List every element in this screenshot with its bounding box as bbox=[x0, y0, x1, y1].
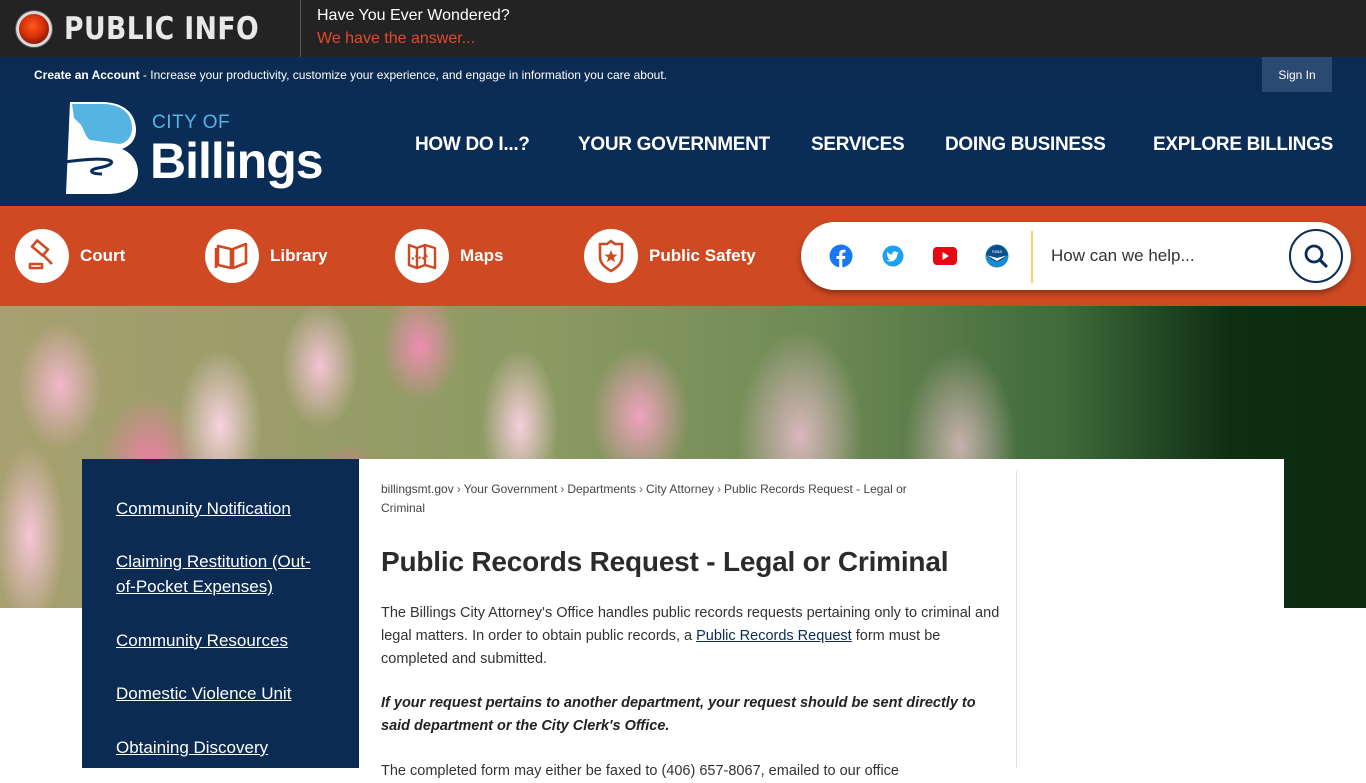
badge-icon bbox=[584, 229, 638, 283]
quick-link-label: Public Safety bbox=[649, 246, 756, 265]
nav-your-government[interactable]: YOUR GOVERNMENT bbox=[578, 134, 770, 156]
youtube-icon[interactable] bbox=[933, 244, 957, 268]
city-logo[interactable]: CITY OF Billings bbox=[62, 100, 324, 196]
public-info-title: PUBLIC INFO bbox=[64, 11, 260, 47]
gavel-icon bbox=[15, 229, 69, 283]
department-notice: If your request pertains to another depa… bbox=[381, 695, 976, 734]
site-header: CITY OF Billings HOW DO I...? YOUR GOVER… bbox=[0, 93, 1366, 206]
nav-how-do-i[interactable]: HOW DO I...? bbox=[415, 134, 530, 156]
submission-paragraph: The completed form may either be faxed t… bbox=[381, 763, 899, 779]
sidebar-item-community-notification[interactable]: Community Notification bbox=[116, 496, 326, 521]
search-bar: noaa bbox=[801, 222, 1351, 290]
quick-link-library[interactable]: Library bbox=[205, 229, 328, 283]
breadcrumb-your-government[interactable]: Your Government bbox=[464, 482, 558, 496]
breadcrumb-city-attorney[interactable]: City Attorney bbox=[646, 482, 714, 496]
quick-link-public-safety[interactable]: Public Safety bbox=[584, 229, 756, 283]
breadcrumb: billingsmt.gov › Your Government › Departmen… bbox=[381, 480, 941, 518]
sign-in-button[interactable]: Sign In bbox=[1262, 57, 1332, 92]
sidebar-item-domestic-violence-unit[interactable]: Domestic Violence Unit bbox=[116, 681, 326, 706]
nav-doing-business[interactable]: DOING BUSINESS bbox=[945, 134, 1106, 156]
page-title: Public Records Request - Legal or Crimin… bbox=[381, 546, 949, 577]
account-message: Create an Account - Increase your produc… bbox=[34, 68, 667, 82]
quick-link-label: Court bbox=[80, 246, 126, 265]
breadcrumb-separator: › bbox=[456, 482, 461, 496]
divider bbox=[300, 0, 301, 57]
search-icon bbox=[1304, 244, 1328, 268]
sidebar-item-community-resources[interactable]: Community Resources bbox=[116, 628, 326, 653]
brand-city-of: CITY OF bbox=[152, 112, 231, 133]
quick-links-bar: Court Library Maps Public Safety noaa Ho… bbox=[0, 206, 1366, 306]
quick-link-court[interactable]: Court bbox=[15, 229, 125, 283]
brand-name: Billings bbox=[150, 133, 324, 189]
breadcrumb-separator: › bbox=[639, 482, 644, 496]
search-button[interactable] bbox=[1289, 229, 1343, 283]
quick-link-label: Maps bbox=[460, 246, 504, 265]
record-dot-icon bbox=[16, 11, 52, 47]
nav-explore-billings[interactable]: EXPLORE BILLINGS bbox=[1153, 134, 1333, 156]
intro-paragraph: The Billings City Attorney's Office hand… bbox=[381, 602, 1001, 671]
breadcrumb-departments[interactable]: Departments bbox=[567, 482, 636, 496]
sidebar-item-claiming-restitution[interactable]: Claiming Restitution (Out-of-Pocket Expe… bbox=[116, 549, 326, 599]
public-info-bar: PUBLIC INFO Have You Ever Wondered? We h… bbox=[0, 0, 1366, 57]
create-account-link[interactable]: Create an Account bbox=[34, 68, 140, 82]
quick-link-maps[interactable]: Maps bbox=[395, 229, 503, 283]
account-promo-text: - Increase your productivity, customize … bbox=[139, 68, 667, 82]
wondered-heading[interactable]: Have You Ever Wondered? bbox=[317, 7, 510, 25]
nav-services[interactable]: SERVICES bbox=[811, 134, 905, 156]
twitter-icon[interactable] bbox=[881, 244, 905, 268]
breadcrumb-separator: › bbox=[717, 482, 722, 496]
sidebar-nav: Community Notification Claiming Restitut… bbox=[82, 459, 359, 768]
sidebar-item-obtaining-discovery[interactable]: Obtaining Discovery bbox=[116, 735, 326, 760]
column-divider bbox=[1016, 471, 1017, 768]
search-input[interactable] bbox=[1051, 238, 1281, 274]
search-divider bbox=[1031, 231, 1033, 283]
quick-link-label: Library bbox=[270, 246, 328, 265]
answer-link[interactable]: We have the answer... bbox=[317, 30, 475, 48]
facebook-icon[interactable] bbox=[829, 244, 853, 268]
svg-text:noaa: noaa bbox=[992, 249, 1002, 254]
public-info-logo[interactable]: PUBLIC INFO bbox=[16, 9, 291, 49]
breadcrumb-separator: › bbox=[560, 482, 565, 496]
billings-b-logo-icon bbox=[63, 102, 138, 194]
account-bar: Create an Account - Increase your produc… bbox=[0, 57, 1366, 93]
noaa-icon[interactable]: noaa bbox=[985, 244, 1009, 268]
public-records-request-link[interactable]: Public Records Request bbox=[696, 628, 852, 644]
book-icon bbox=[205, 229, 259, 283]
breadcrumb-home[interactable]: billingsmt.gov bbox=[381, 482, 454, 496]
map-icon bbox=[395, 229, 449, 283]
